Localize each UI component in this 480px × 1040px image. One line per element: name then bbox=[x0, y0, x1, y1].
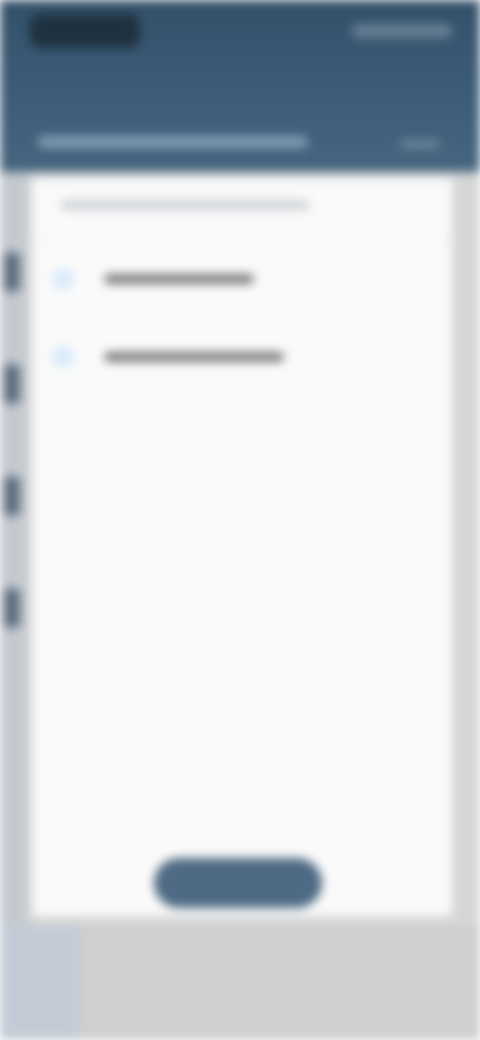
dialog-option[interactable] bbox=[32, 250, 452, 310]
option-label bbox=[104, 274, 254, 284]
header-status bbox=[352, 24, 452, 38]
background-list-marker bbox=[4, 252, 20, 292]
background-list-marker bbox=[4, 588, 20, 628]
option-label bbox=[104, 352, 284, 362]
blurred-screen bbox=[0, 0, 480, 1040]
dialog-divider bbox=[32, 238, 452, 239]
dialog-title bbox=[60, 200, 310, 210]
confirm-button[interactable] bbox=[154, 858, 322, 908]
selection-dialog bbox=[32, 178, 452, 916]
back-button[interactable] bbox=[30, 14, 140, 48]
app-header bbox=[0, 0, 480, 172]
background-page-strip bbox=[0, 172, 28, 1040]
background-list-marker bbox=[4, 364, 20, 404]
header-subtitle bbox=[38, 136, 308, 148]
header-action[interactable] bbox=[400, 140, 440, 148]
radio-icon[interactable] bbox=[52, 268, 74, 290]
background-list-marker bbox=[4, 476, 20, 516]
dialog-option[interactable] bbox=[32, 328, 452, 388]
background-bottom-left bbox=[0, 925, 80, 1040]
radio-icon[interactable] bbox=[52, 346, 74, 368]
